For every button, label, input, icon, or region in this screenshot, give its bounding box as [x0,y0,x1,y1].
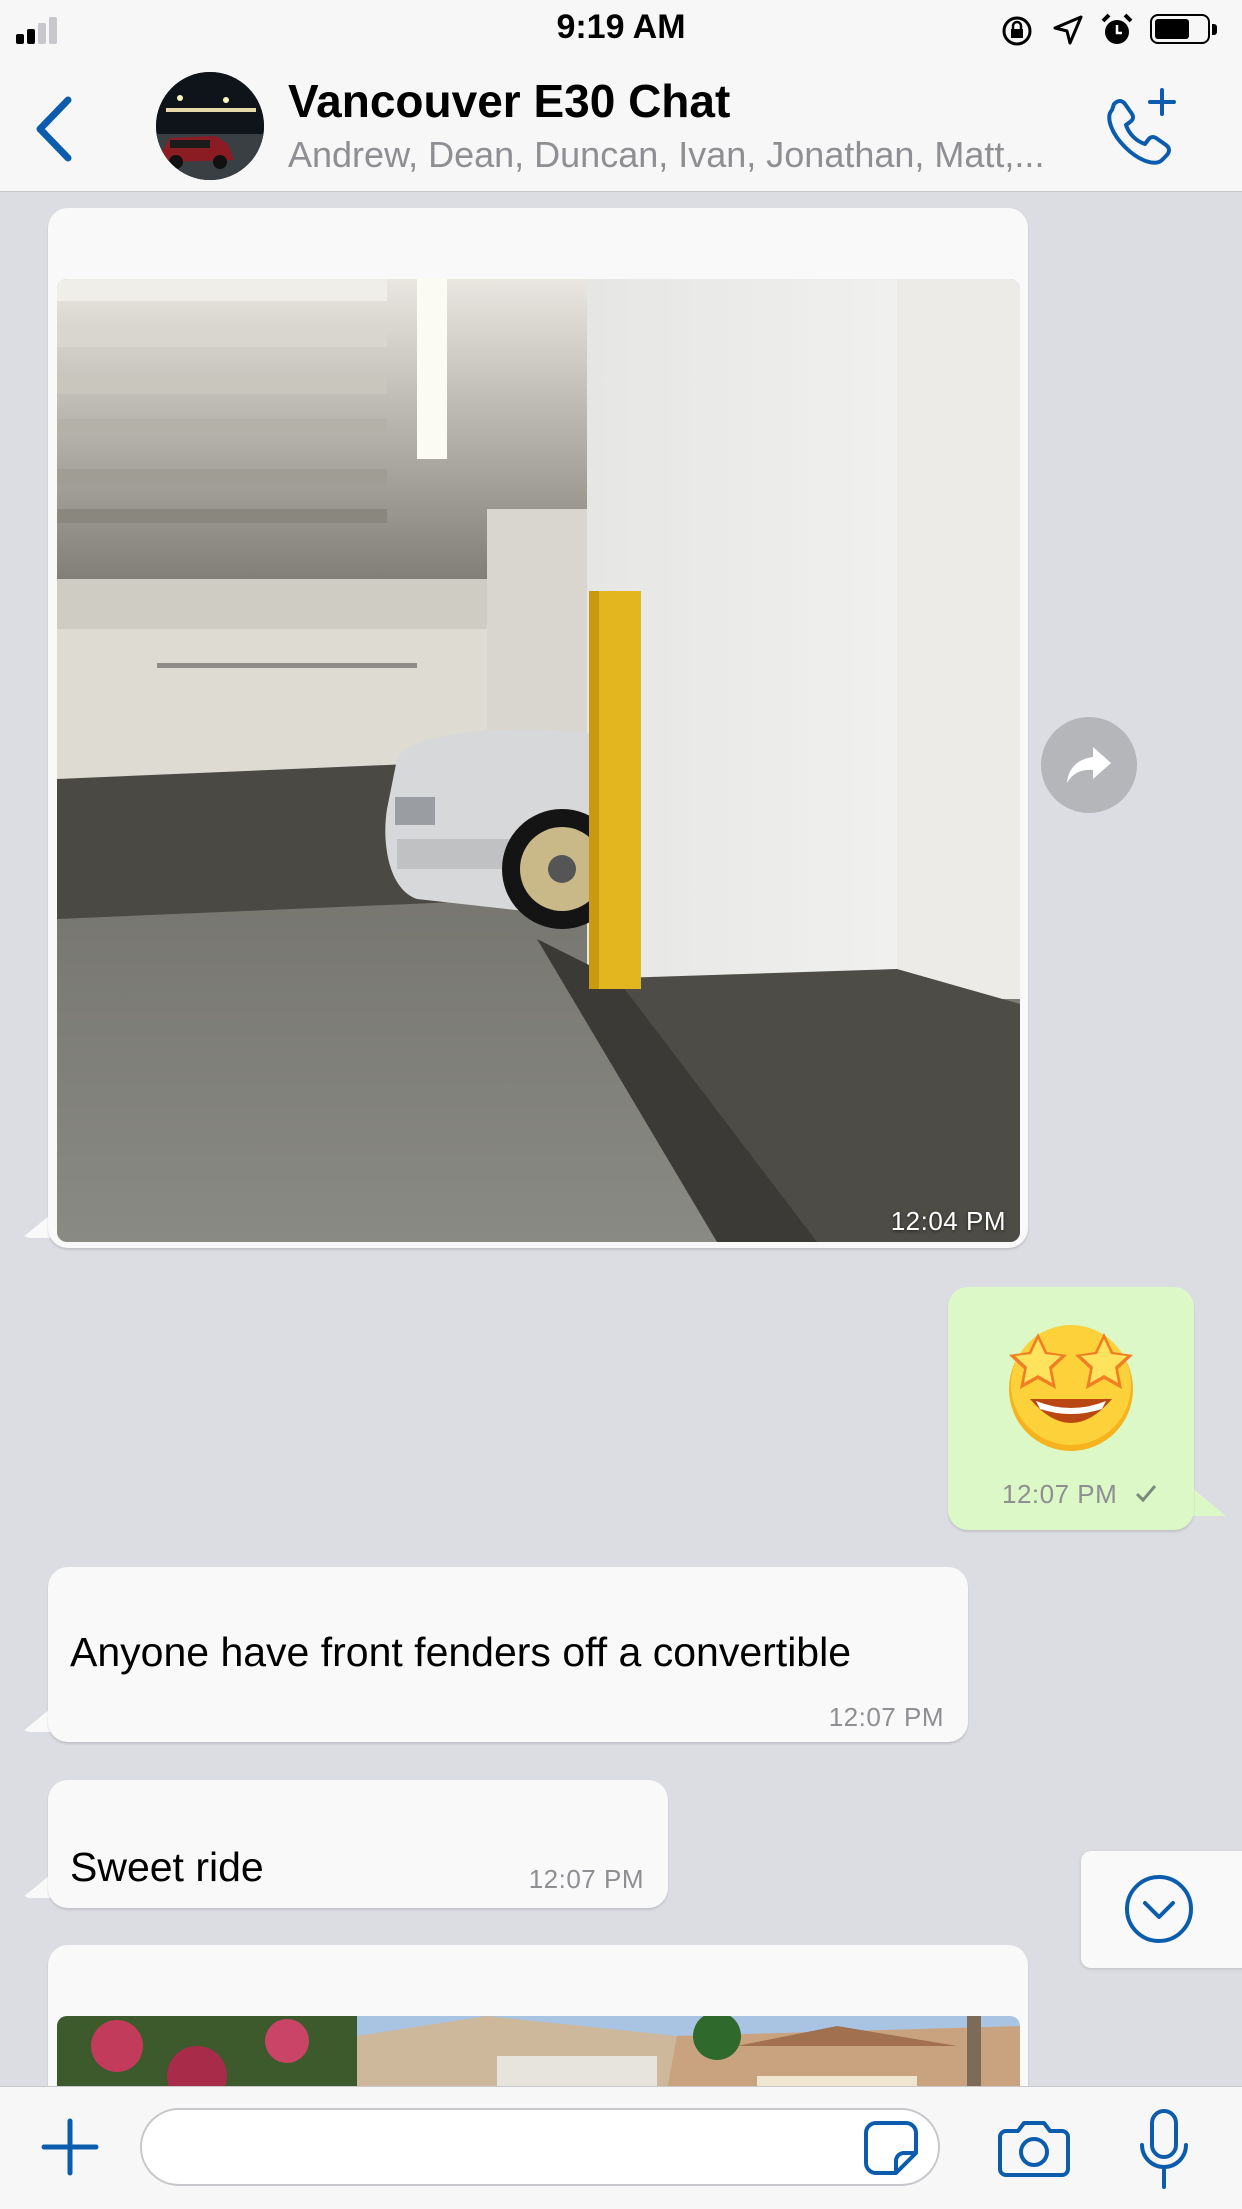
composer-bar [0,2086,1242,2209]
alarm-icon [1101,13,1133,44]
add-call-icon[interactable] [1100,86,1180,166]
status-bar: 9:19 AM [0,0,1242,60]
message-time: 12:07 PM [828,1702,944,1732]
location-icon [1053,15,1083,45]
message-input[interactable] [140,2108,940,2186]
forward-button[interactable] [1041,717,1137,813]
chat-participants[interactable]: Andrew, Dean, Duncan, Ivan, Jonathan, Ma… [288,134,1088,176]
text-message[interactable]: Sweet ride 12:07 PM [48,1780,668,1908]
message-photo[interactable] [57,279,1020,1242]
rotation-lock-icon [1002,16,1032,46]
forward-icon [1067,747,1111,783]
back-chevron-icon[interactable] [30,94,80,164]
message-time: 12:07 PM [1002,1479,1118,1509]
bubble-tail [1192,1488,1226,1516]
text-message[interactable]: Anyone have front fenders off a converti… [48,1567,968,1742]
battery-icon [1150,14,1218,46]
sticker-icon[interactable] [862,2119,920,2177]
group-avatar[interactable] [156,72,264,180]
checkmark-icon [1135,1485,1157,1503]
plus-icon[interactable] [40,2117,100,2177]
message-text: Anyone have front fenders off a converti… [70,1629,852,1675]
photo-timestamp: 12:04 PM [890,1206,1006,1236]
microphone-icon[interactable] [1134,2107,1194,2191]
emoji-message[interactable]: 12:07 PM [948,1287,1194,1530]
message-time: 12:07 PM [528,1864,644,1894]
message-text: Sweet ride [70,1844,264,1890]
image-message[interactable]: 12:04 PM [48,208,1028,1248]
scroll-down-button[interactable] [1081,1851,1242,1968]
star-struck-emoji [1009,1325,1133,1451]
chat-header: Vancouver E30 Chat Andrew, Dean, Duncan,… [0,60,1242,192]
camera-icon[interactable] [998,2117,1070,2179]
chat-title[interactable]: Vancouver E30 Chat [288,74,730,128]
scroll-down-icon [1125,1875,1193,1943]
